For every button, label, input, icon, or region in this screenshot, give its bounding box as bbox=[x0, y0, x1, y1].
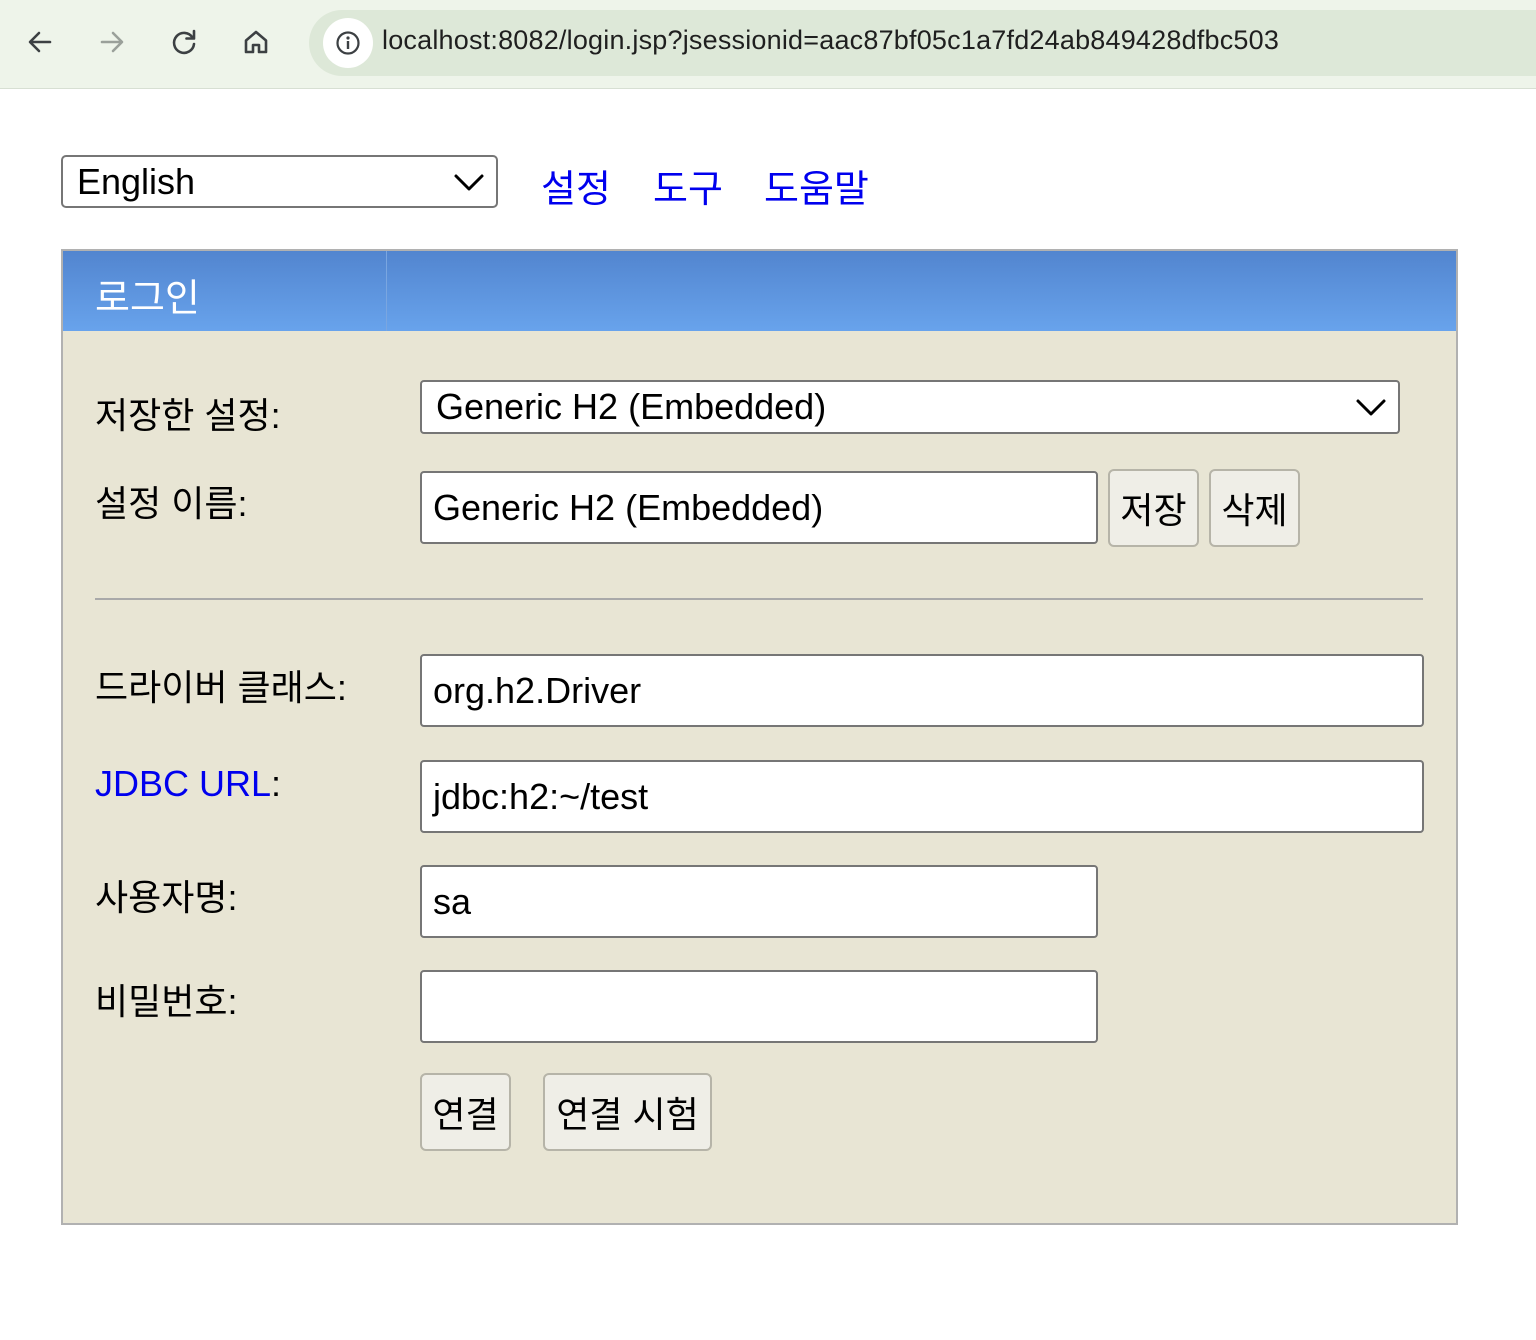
connect-button[interactable]: 연결 bbox=[420, 1073, 511, 1151]
setting-name-label: 설정 이름: bbox=[95, 483, 248, 524]
home-icon bbox=[244, 30, 268, 54]
driver-class-value: org.h2.Driver bbox=[433, 669, 642, 711]
header-divider bbox=[386, 251, 387, 331]
settings-link[interactable]: 설정 bbox=[541, 158, 611, 213]
setting-name-value: Generic H2 (Embedded) bbox=[433, 486, 824, 528]
help-link[interactable]: 도움말 bbox=[764, 158, 869, 213]
jdbc-url-help-link[interactable]: JDBC URL bbox=[95, 763, 271, 804]
login-panel-header: 로그인 bbox=[63, 251, 1456, 331]
site-info-icon bbox=[336, 31, 360, 55]
setting-name-input[interactable]: Generic H2 (Embedded) bbox=[420, 471, 1098, 544]
browser-toolbar: localhost:8082/login.jsp?jsessionid=aac8… bbox=[0, 0, 1536, 89]
home-button[interactable] bbox=[233, 19, 279, 65]
login-title: 로그인 bbox=[95, 278, 200, 320]
saved-settings-label: 저장한 설정: bbox=[95, 395, 281, 436]
test-connection-button[interactable]: 연결 시험 bbox=[543, 1073, 712, 1151]
divider bbox=[95, 598, 1423, 600]
site-info-button[interactable] bbox=[323, 18, 373, 68]
saved-settings-select[interactable]: Generic H2 (Embedded) bbox=[420, 380, 1400, 434]
saved-settings-value: Generic H2 (Embedded) bbox=[436, 386, 827, 427]
forward-button[interactable] bbox=[89, 19, 135, 65]
jdbc-url-input[interactable]: jdbc:h2:~/test bbox=[420, 760, 1424, 833]
jdbc-url-colon: : bbox=[271, 763, 282, 804]
back-button[interactable] bbox=[17, 19, 63, 65]
driver-class-input[interactable]: org.h2.Driver bbox=[420, 654, 1424, 727]
jdbc-url-value: jdbc:h2:~/test bbox=[433, 775, 649, 817]
back-arrow-icon bbox=[28, 31, 52, 53]
tools-link[interactable]: 도구 bbox=[653, 158, 723, 213]
language-select[interactable]: English bbox=[61, 155, 498, 208]
language-select-value: English bbox=[77, 160, 196, 202]
password-input[interactable] bbox=[420, 970, 1098, 1043]
username-value: sa bbox=[433, 880, 472, 922]
save-button[interactable]: 저장 bbox=[1108, 469, 1199, 547]
forward-arrow-icon bbox=[100, 31, 124, 53]
username-label: 사용자명: bbox=[95, 877, 238, 918]
password-label: 비밀번호: bbox=[95, 981, 238, 1022]
url-text: localhost:8082/login.jsp?jsessionid=aac8… bbox=[382, 25, 1280, 55]
chevron-down-icon bbox=[454, 174, 484, 191]
delete-button[interactable]: 삭제 bbox=[1209, 469, 1300, 547]
reload-button[interactable] bbox=[161, 19, 207, 65]
driver-class-label: 드라이버 클래스: bbox=[95, 667, 347, 708]
jdbc-url-label: JDBC URL: bbox=[95, 763, 281, 805]
chevron-down-icon bbox=[1356, 399, 1386, 416]
address-bar[interactable]: localhost:8082/login.jsp?jsessionid=aac8… bbox=[309, 10, 1536, 76]
username-input[interactable]: sa bbox=[420, 865, 1098, 938]
login-panel: 로그인 저장한 설정: Generic H2 (Embedded) 설정 이름:… bbox=[61, 249, 1458, 1225]
reload-icon bbox=[172, 29, 196, 55]
